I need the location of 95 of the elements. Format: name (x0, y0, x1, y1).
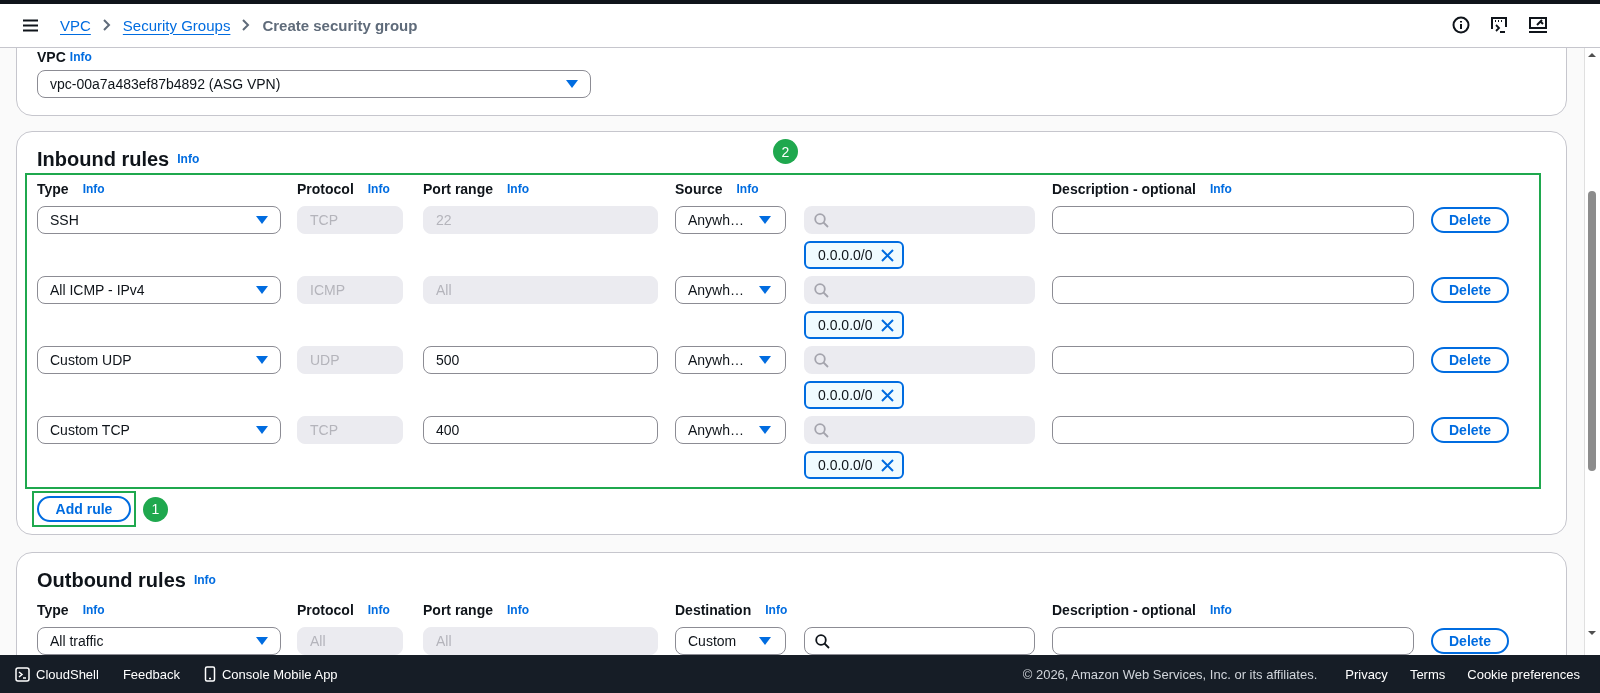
caret-icon (256, 426, 268, 434)
chevron-icon (242, 19, 251, 31)
cloudshell-link[interactable]: CloudShell (15, 666, 99, 682)
info-link[interactable]: Info (367, 603, 390, 617)
caret-icon (759, 356, 771, 364)
source-select[interactable]: Custom (675, 627, 786, 655)
column-header: Type (37, 602, 69, 618)
info-icon[interactable] (1452, 16, 1470, 34)
column-header: Protocol (297, 602, 354, 618)
feedback-link[interactable]: Feedback (122, 666, 180, 682)
delete-button[interactable]: Delete (1431, 347, 1509, 373)
column-header: Protocol (297, 181, 354, 197)
info-link[interactable]: Info (1209, 182, 1232, 196)
info-link[interactable]: Info (193, 573, 216, 587)
column-header: Port range (423, 181, 493, 197)
delete-button[interactable]: Delete (1431, 628, 1509, 654)
delete-button[interactable]: Delete (1431, 277, 1509, 303)
type-select[interactable]: Custom TCP (37, 416, 281, 444)
caret-icon (566, 80, 578, 88)
description-field[interactable] (1052, 206, 1414, 234)
close-icon[interactable] (880, 248, 894, 262)
mobile-app-link[interactable]: Console Mobile App (203, 666, 338, 682)
ip-token: 0.0.0.0/0 (804, 311, 904, 339)
info-link[interactable]: Info (82, 182, 105, 196)
menu-icon[interactable] (23, 18, 38, 32)
terminal-icon (15, 666, 30, 682)
delete-button[interactable]: Delete (1431, 417, 1509, 443)
info-link[interactable]: Info (507, 603, 529, 617)
step-badge: 1 (143, 496, 168, 522)
info-link[interactable]: Info (736, 182, 759, 196)
ip-token: 0.0.0.0/0 (804, 451, 904, 479)
close-icon[interactable] (880, 388, 894, 402)
search-icon (814, 282, 829, 298)
description-field[interactable] (1052, 627, 1414, 655)
ip-token: 0.0.0.0/0 (804, 381, 904, 409)
caret-icon (759, 637, 771, 645)
monitor-tool-icon[interactable] (1528, 16, 1548, 34)
column-header: Destination (675, 602, 752, 618)
caret-icon (256, 216, 268, 224)
caret-icon (256, 286, 268, 294)
ip-token: 0.0.0.0/0 (804, 241, 904, 269)
add-rule-button[interactable]: Add rule (37, 496, 131, 522)
caret-icon (759, 286, 771, 294)
source-select[interactable]: Anywh… (675, 416, 786, 444)
close-icon[interactable] (880, 318, 894, 332)
info-link[interactable]: Info (82, 603, 105, 617)
port-range-field[interactable]: 500 (423, 346, 658, 374)
copyright-text: © 2026, Amazon Web Services, Inc. or its affiliates. (1022, 666, 1318, 682)
description-field[interactable] (1052, 416, 1414, 444)
description-field[interactable] (1052, 276, 1414, 304)
search-icon (814, 212, 829, 228)
search-icon (815, 633, 830, 649)
source-select[interactable]: Anywh… (675, 206, 786, 234)
source-select[interactable]: Anywh… (675, 276, 786, 304)
search-icon (814, 352, 829, 368)
breadcrumb-link[interactable]: Security Groups (122, 16, 231, 34)
terminal-icon[interactable] (1490, 16, 1508, 34)
type-select[interactable]: Custom UDP (37, 346, 281, 374)
info-link[interactable]: Info (765, 603, 788, 617)
info-link[interactable]: Info (69, 50, 92, 64)
breadcrumb-link[interactable]: VPC (60, 16, 91, 34)
source-select[interactable]: Anywh… (675, 346, 786, 374)
type-select[interactable]: SSH (37, 206, 281, 234)
column-header: Source (675, 181, 723, 197)
breadcrumb-current: Create security group (262, 16, 418, 34)
footer-link[interactable]: Cookie preferences (1467, 666, 1580, 682)
caret-icon (759, 426, 771, 434)
phone-icon (203, 666, 216, 682)
vpc-select[interactable]: vpc-00a7a483ef87b4892 (ASG VPN) (37, 70, 591, 98)
column-header: Port range (423, 602, 493, 618)
chevron-icon (102, 19, 111, 31)
info-link[interactable]: Info (1209, 603, 1232, 617)
footer-link[interactable]: Privacy (1345, 666, 1388, 682)
section-title: Outbound rules (37, 568, 186, 592)
search-field[interactable] (804, 627, 1035, 655)
info-link[interactable]: Info (507, 182, 529, 196)
info-link[interactable]: Info (367, 182, 390, 196)
port-range-field[interactable]: 400 (423, 416, 658, 444)
column-header: Description - optional (1052, 181, 1196, 197)
section-title: Inbound rules (37, 147, 170, 171)
caret-icon (759, 216, 771, 224)
caret-icon (256, 637, 268, 645)
column-header: Type (37, 181, 69, 197)
delete-button[interactable]: Delete (1431, 207, 1509, 233)
info-link[interactable]: Info (177, 152, 200, 166)
type-select[interactable]: All ICMP - IPv4 (37, 276, 281, 304)
search-icon (814, 422, 829, 438)
field-label: VPC (37, 49, 66, 65)
step-badge: 2 (773, 139, 798, 164)
close-icon[interactable] (880, 458, 894, 472)
column-header: Description - optional (1052, 602, 1196, 618)
caret-icon (256, 356, 268, 364)
footer-link[interactable]: Terms (1409, 666, 1446, 682)
type-select[interactable]: All traffic (37, 627, 281, 655)
description-field[interactable] (1052, 346, 1414, 374)
